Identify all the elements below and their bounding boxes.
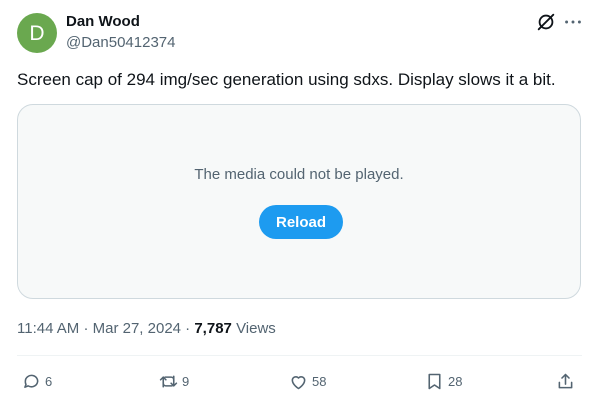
bookmark-icon [428, 373, 441, 389]
tweet-meta: 11:44 AM · Mar 27, 2024 · 7,787 Views [17, 320, 276, 337]
author-name[interactable]: Dan Wood [66, 13, 140, 30]
share-button[interactable] [555, 369, 576, 393]
reply-button[interactable]: 6 [21, 369, 52, 393]
timestamp-time[interactable]: 11:44 AM [17, 320, 79, 337]
bookmark-count: 28 [448, 373, 463, 389]
views-count: 7,787 [194, 320, 232, 337]
media-player[interactable]: The media could not be played. Reload [17, 104, 581, 299]
reply-bubble-icon [24, 374, 39, 388]
timestamp-date[interactable]: Mar 27, 2024 [93, 320, 181, 337]
retweet-count: 9 [182, 373, 190, 389]
tweet-text: Screen cap of 294 img/sec generation usi… [17, 70, 556, 89]
retweet-icon [159, 374, 178, 388]
tweet-card: D Dan Wood @Dan50412374 Screen cap of 29… [0, 0, 599, 406]
heart-icon [291, 375, 306, 389]
retweet-button[interactable]: 9 [158, 369, 189, 393]
reply-count: 6 [45, 373, 53, 389]
grok-slash-circle-icon[interactable] [535, 11, 557, 33]
reload-button[interactable]: Reload [259, 205, 343, 239]
share-upload-icon [558, 373, 573, 388]
media-error-message: The media could not be played. [194, 166, 404, 183]
like-count: 58 [312, 373, 327, 389]
meta-separator: · [185, 320, 195, 337]
more-horizontal-icon[interactable] [562, 11, 584, 33]
like-button[interactable]: 58 [288, 369, 326, 393]
avatar-letter: D [29, 21, 45, 45]
meta-separator: · [83, 320, 93, 337]
views-label: Views [236, 320, 276, 337]
author-handle[interactable]: @Dan50412374 [66, 34, 175, 51]
divider [17, 355, 582, 356]
bookmark-button[interactable]: 28 [424, 369, 462, 393]
avatar[interactable]: D [17, 13, 57, 53]
